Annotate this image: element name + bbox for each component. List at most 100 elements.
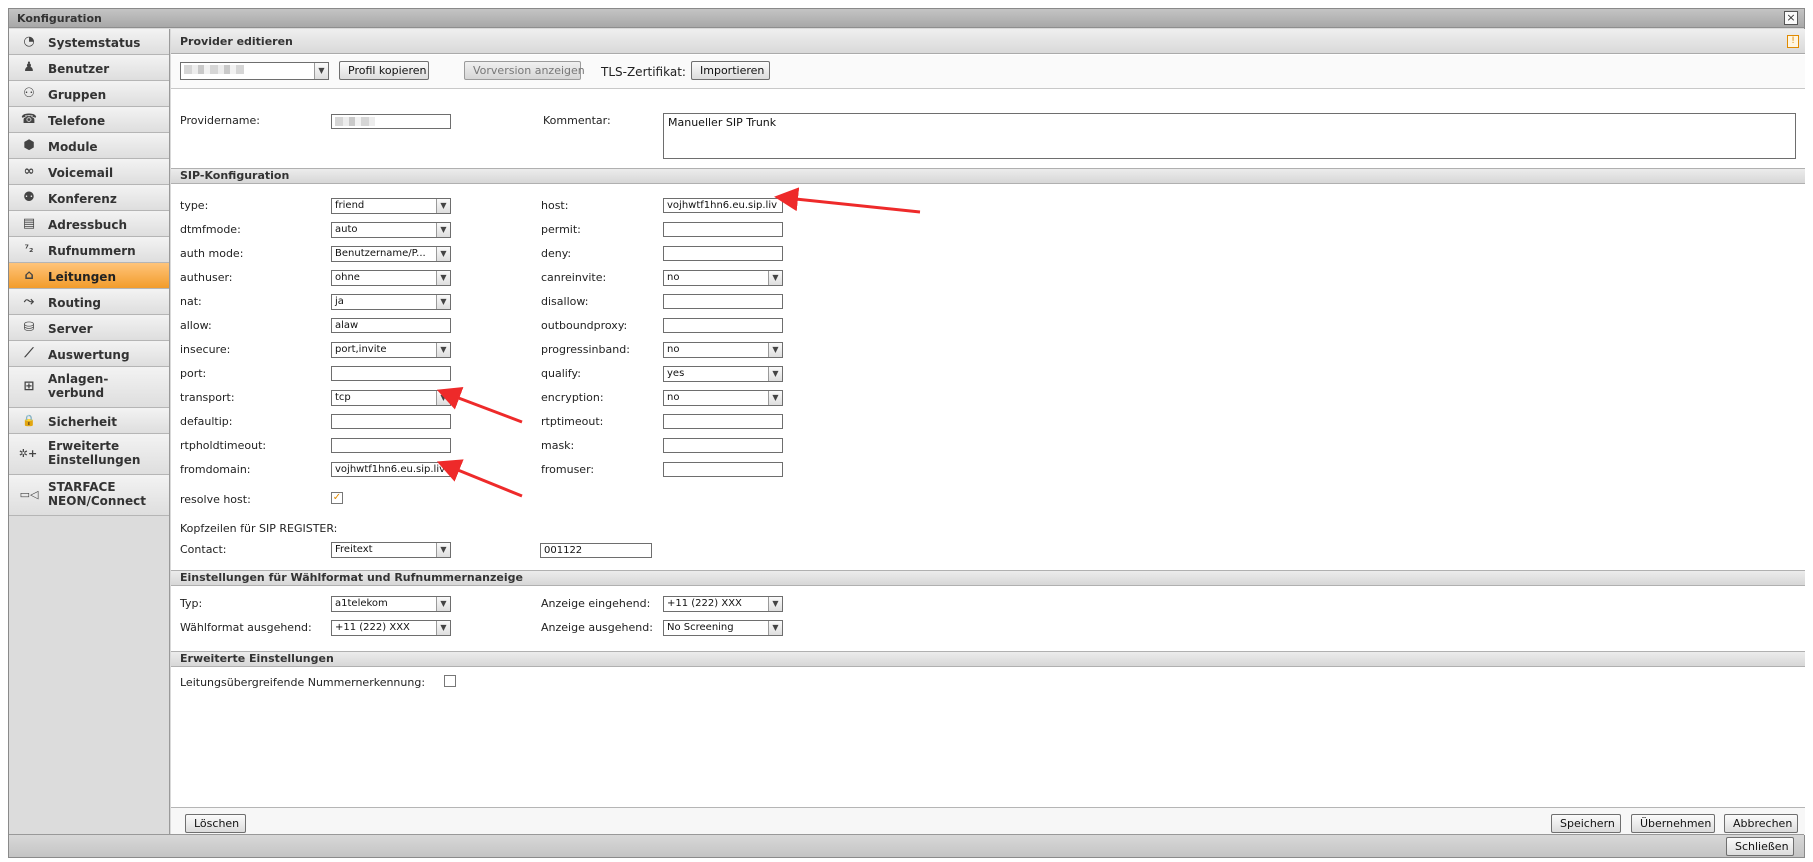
- tls-certificate-label: TLS-Zertifikat:: [601, 65, 686, 79]
- sip-left-label: defaultip:: [180, 415, 233, 428]
- sip-right-label: deny:: [541, 247, 572, 260]
- sidebar-item-module[interactable]: ⬢ Module: [9, 133, 169, 159]
- sidebar-item-systemstatus[interactable]: ◔ Systemstatus: [9, 29, 169, 55]
- sip-left-input[interactable]: alaw: [331, 318, 451, 333]
- info-icon[interactable]: !: [1787, 35, 1799, 48]
- sidebar-item-anlagenverbund[interactable]: ⊞ Anlagen- verbund: [9, 367, 169, 408]
- sip-select-value: no: [667, 344, 680, 355]
- resolve-host-checkbox[interactable]: ✓: [331, 492, 343, 504]
- close-button[interactable]: Schließen: [1726, 837, 1794, 856]
- sidebar-item-label: Gruppen: [48, 88, 107, 102]
- show-previous-version-button[interactable]: Vorversion anzeigen: [464, 61, 585, 80]
- providername-value: [335, 116, 375, 126]
- delete-button[interactable]: Löschen: [185, 814, 246, 833]
- sip-left-label: fromdomain:: [180, 463, 251, 476]
- cross-line-recognition-checkbox[interactable]: [444, 675, 456, 687]
- provider-select[interactable]: ▼: [180, 62, 329, 80]
- sidebar-item-leitungen[interactable]: ⌂ Leitungen: [9, 263, 169, 289]
- type-select[interactable]: a1telekom ▼: [331, 596, 451, 612]
- contact-value-input[interactable]: 001122: [540, 543, 652, 558]
- sip-right-select[interactable]: yes ▼: [663, 366, 783, 382]
- apply-button[interactable]: Übernehmen: [1631, 814, 1715, 833]
- incoming-display-select[interactable]: +11 (222) XXX ▼: [663, 596, 783, 612]
- sip-left-select[interactable]: tcp ▼: [331, 390, 451, 406]
- sidebar-item-voicemail[interactable]: ∞ Voicemail: [9, 159, 169, 185]
- sip-left-label: dtmfmode:: [180, 223, 241, 236]
- sidebar-item-gruppen[interactable]: ⚇ Gruppen: [9, 81, 169, 107]
- sip-left-select[interactable]: auto ▼: [331, 222, 451, 238]
- sidebar-item-auswertung[interactable]: ⟋ Auswertung: [9, 341, 169, 367]
- sidebar-item-konferenz[interactable]: ⚉ Konferenz: [9, 185, 169, 211]
- sidebar-item-benutzer[interactable]: ♟ Benutzer: [9, 55, 169, 81]
- window-close-icon[interactable]: ×: [1784, 11, 1798, 25]
- copy-profile-button[interactable]: Profil kopieren: [339, 61, 429, 80]
- sip-right-input[interactable]: [663, 318, 783, 333]
- cancel-button[interactable]: Abbrechen: [1724, 814, 1798, 833]
- sidebar-item-label: Routing: [48, 296, 102, 310]
- sip-select-value: yes: [667, 368, 685, 379]
- chevron-down-icon: ▼: [436, 343, 450, 357]
- sidebar-item-label: Sicherheit: [48, 415, 117, 429]
- sidebar-item-label: Server: [48, 322, 93, 336]
- sidebar-item-label: Module: [48, 140, 98, 154]
- sip-left-input[interactable]: [331, 414, 451, 429]
- sip-right-select[interactable]: no ▼: [663, 342, 783, 358]
- group-icon: ⚇: [23, 86, 35, 101]
- sip-right-select[interactable]: no ▼: [663, 390, 783, 406]
- sip-select-value: port,invite: [335, 344, 387, 355]
- register-headers-label: Kopfzeilen für SIP REGISTER:: [180, 522, 338, 535]
- config-window: Konfiguration × ◔ Systemstatus ♟ Benutzer …: [8, 8, 1805, 858]
- sip-left-input[interactable]: [331, 438, 451, 453]
- sip-right-input[interactable]: [663, 246, 783, 261]
- sip-right-label: qualify:: [541, 367, 581, 380]
- sidebar-item-sicherheit[interactable]: 🔒 Sicherheit: [9, 408, 169, 434]
- resolve-host-label: resolve host:: [180, 493, 251, 506]
- sip-right-input[interactable]: [663, 294, 783, 309]
- sip-left-select[interactable]: ohne ▼: [331, 270, 451, 286]
- outgoing-display-select[interactable]: No Screening ▼: [663, 620, 783, 636]
- video-icon: ▭◁: [19, 488, 39, 501]
- sip-right-input[interactable]: [663, 222, 783, 237]
- sip-right-input[interactable]: vojhwtf1hn6.eu.sip.liv: [663, 198, 783, 213]
- sidebar-item-erweiterte-einstellungen[interactable]: ✲+ Erweiterte Einstellungen: [9, 434, 169, 475]
- chevron-down-icon: ▼: [768, 367, 782, 381]
- dialformat-select[interactable]: +11 (222) XXX ▼: [331, 620, 451, 636]
- providername-input[interactable]: [331, 114, 451, 129]
- sidebar-item-starface-neon[interactable]: ▭◁ STARFACE NEON/Connect: [9, 475, 169, 516]
- server-icon: ⛁: [23, 320, 35, 335]
- sip-left-input[interactable]: vojhwtf1hn6.eu.sip.liv: [331, 462, 451, 477]
- chevron-down-icon: ▼: [768, 597, 782, 611]
- sidebar-item-label: Auswertung: [48, 348, 130, 362]
- sip-left-select[interactable]: Benutzername/P... ▼: [331, 246, 451, 262]
- sip-right-label: encryption:: [541, 391, 604, 404]
- sidebar-item-server[interactable]: ⛁ Server: [9, 315, 169, 341]
- sidebar-item-label: Voicemail: [48, 166, 114, 180]
- sidebar-item-routing[interactable]: ⤳ Routing: [9, 289, 169, 315]
- sip-left-select[interactable]: port,invite ▼: [331, 342, 451, 358]
- sip-right-label: canreinvite:: [541, 271, 607, 284]
- sip-left-select[interactable]: ja ▼: [331, 294, 451, 310]
- routing-icon: ⤳: [23, 294, 35, 309]
- sip-left-input[interactable]: [331, 366, 451, 381]
- sip-left-label: insecure:: [180, 343, 231, 356]
- window-title: Konfiguration: [17, 12, 102, 25]
- voicemail-icon: ∞: [23, 164, 35, 179]
- contact-select[interactable]: Freitext ▼: [331, 542, 451, 558]
- sidebar-item-rufnummern[interactable]: ⁷₂ Rufnummern: [9, 237, 169, 263]
- network-icon: ⊞: [23, 379, 35, 394]
- save-button[interactable]: Speichern: [1551, 814, 1621, 833]
- sidebar-item-adressbuch[interactable]: ▤ Adressbuch: [9, 211, 169, 237]
- sip-right-input[interactable]: [663, 414, 783, 429]
- sip-left-select[interactable]: friend ▼: [331, 198, 451, 214]
- numbers-icon: ⁷₂: [24, 244, 34, 255]
- sip-right-input[interactable]: [663, 438, 783, 453]
- sip-left-label: nat:: [180, 295, 202, 308]
- sidebar-item-telefone[interactable]: ☎ Telefone: [9, 107, 169, 133]
- sip-right-input[interactable]: [663, 462, 783, 477]
- import-certificate-button[interactable]: Importieren: [691, 61, 770, 80]
- chevron-down-icon: ▼: [436, 391, 450, 405]
- sip-right-select[interactable]: no ▼: [663, 270, 783, 286]
- comment-textarea[interactable]: Manueller SIP Trunk: [663, 113, 1796, 159]
- contact-select-value: Freitext: [335, 544, 373, 555]
- sip-left-label: port:: [180, 367, 207, 380]
